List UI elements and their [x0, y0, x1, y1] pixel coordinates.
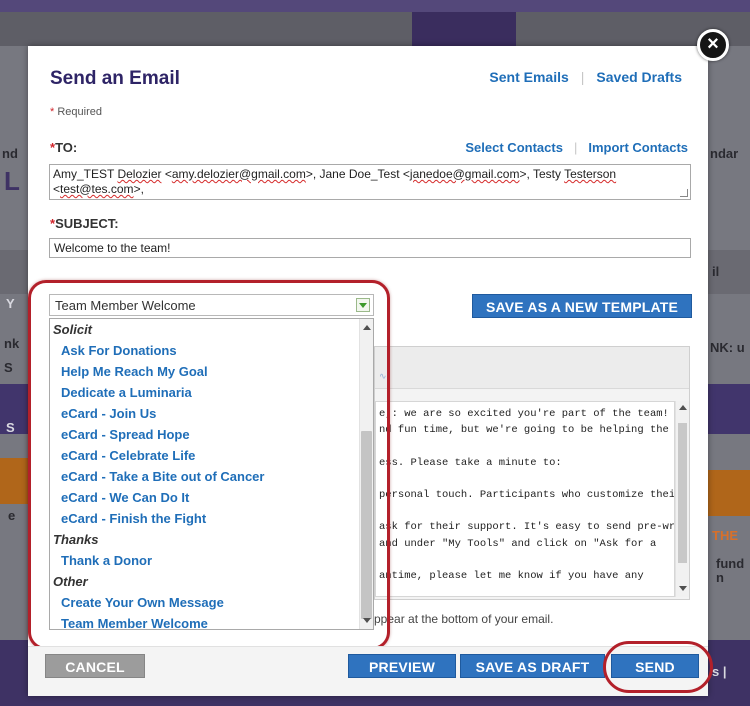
required-label: Required: [57, 106, 102, 118]
template-option[interactable]: Help Me Reach My Goal: [50, 361, 359, 382]
dialog-title: Send an Email: [50, 68, 180, 89]
scroll-down-icon[interactable]: [363, 618, 371, 623]
message-line: ask for their support. It's easy to send…: [379, 521, 675, 534]
background-nav-tab: [412, 12, 516, 46]
background-nav: [0, 12, 750, 46]
save-as-draft-button[interactable]: SAVE AS DRAFT: [460, 654, 605, 678]
misspelled-word: amy.delozier@gmail.com: [171, 167, 306, 181]
save-as-template-button[interactable]: SAVE AS A NEW TEMPLATE: [472, 294, 692, 318]
to-label-text: TO:: [55, 140, 78, 155]
to-recipients-field[interactable]: Amy_TEST Delozier <amy.delozier@gmail.co…: [49, 164, 691, 200]
message-line: and under "My Tools" and click on "Ask f…: [379, 537, 657, 550]
background-text: NK: u: [710, 340, 745, 355]
template-selected-value: Team Member Welcome: [55, 298, 196, 313]
required-star: *: [50, 106, 55, 118]
send-email-dialog: Send an Email Sent Emails | Saved Drafts *…: [28, 46, 713, 696]
sent-emails-link[interactable]: Sent Emails: [489, 69, 568, 85]
background-orange-block: [708, 470, 750, 516]
recipient-text: Amy_TEST: [53, 167, 118, 181]
option-group-label: Thanks: [53, 532, 99, 547]
preview-button[interactable]: PREVIEW: [348, 654, 456, 678]
template-option[interactable]: eCard - Join Us: [50, 403, 359, 424]
header-links: Sent Emails | Saved Drafts: [489, 69, 682, 85]
background-orange-block: [0, 458, 28, 504]
background-text: L: [4, 166, 20, 196]
background-purple-block: [708, 384, 750, 434]
template-select[interactable]: Team Member Welcome: [49, 294, 374, 316]
link-separator: |: [580, 69, 585, 85]
option-group-label: Solicit: [53, 322, 93, 337]
editor-toolbar: ∿: [375, 347, 689, 389]
cancel-button[interactable]: CANCEL: [45, 654, 145, 678]
background-text: fund: [716, 556, 745, 571]
template-option[interactable]: Thank a Donor: [50, 550, 359, 571]
subject-label: *SUBJECT:: [50, 216, 119, 231]
recipient-text: <: [53, 182, 61, 196]
message-line: nd fun time, but we're going to be helpi…: [379, 424, 669, 437]
scroll-thumb[interactable]: [361, 431, 372, 619]
background-text: THE: [712, 528, 738, 543]
message-line: ess. Please take a minute to:: [379, 456, 562, 469]
misspelled-word: Delozier: [117, 167, 162, 181]
recipient-text: >, Jane Doe_Test <: [305, 167, 410, 181]
template-option[interactable]: Dedicate a Luminaria: [50, 382, 359, 403]
template-option[interactable]: eCard - Spread Hope: [50, 424, 359, 445]
background-text: e: [8, 508, 16, 523]
scroll-up-icon[interactable]: [679, 405, 687, 410]
toolbar-icon[interactable]: ∿: [379, 371, 397, 381]
to-label: *TO:: [50, 140, 77, 155]
background-top-bar: [0, 0, 750, 12]
template-option[interactable]: eCard - Celebrate Life: [50, 445, 359, 466]
subject-label-text: SUBJECT:: [55, 216, 119, 231]
misspelled-word: Testerson: [564, 167, 617, 181]
template-option[interactable]: Create Your Own Message: [50, 592, 359, 613]
select-contacts-link[interactable]: Select Contacts: [465, 140, 563, 155]
send-button[interactable]: SEND: [611, 654, 699, 678]
subject-input[interactable]: Welcome to the team!: [49, 238, 691, 258]
dropdown-scrollbar[interactable]: [359, 319, 373, 629]
background-text: S: [4, 360, 13, 375]
background-text: S: [6, 420, 15, 435]
import-contacts-link[interactable]: Import Contacts: [588, 140, 688, 155]
recipient-text: >,: [133, 182, 144, 196]
resize-grip[interactable]: [680, 189, 688, 197]
background-text: nd: [2, 146, 18, 161]
chevron-down-icon[interactable]: [356, 298, 370, 312]
background-text: nk: [4, 336, 20, 351]
scroll-thumb[interactable]: [678, 423, 687, 563]
scroll-down-icon[interactable]: [679, 586, 687, 591]
misspelled-word: test@tes.com: [60, 182, 134, 196]
template-option[interactable]: Ask For Donations: [50, 340, 359, 361]
message-line: antime, please let me know if you have a…: [379, 570, 644, 582]
background-text: n: [716, 570, 724, 585]
recipient-text: >, Testy: [519, 167, 565, 181]
message-scrollbar[interactable]: [675, 401, 689, 597]
message-editor: ∿ e,: we are so excited you're part of t…: [374, 346, 690, 600]
saved-drafts-link[interactable]: Saved Drafts: [596, 69, 682, 85]
background-text: s |: [712, 664, 727, 679]
template-option[interactable]: eCard - Take a Bite out of Cancer: [50, 466, 359, 487]
contact-links: Select Contacts | Import Contacts: [465, 140, 688, 155]
scroll-up-icon[interactable]: [363, 325, 371, 330]
required-note: * Required: [50, 106, 102, 118]
template-options: Solicit Ask For Donations Help Me Reach My…: [50, 319, 359, 629]
link-separator: |: [573, 140, 578, 155]
signature-note: ppear at the bottom of your email.: [374, 612, 554, 626]
background-text: Y: [6, 296, 15, 311]
template-option[interactable]: eCard - Finish the Fight: [50, 508, 359, 529]
message-body[interactable]: e,: we are so excited you're part of the…: [375, 401, 675, 597]
message-line: e,: we are so excited you're part of the…: [379, 408, 675, 420]
close-icon: ×: [707, 33, 719, 55]
background-text: ndar: [710, 146, 739, 161]
template-dropdown-list: Solicit Ask For Donations Help Me Reach My…: [49, 318, 374, 630]
background-text: il: [712, 264, 720, 279]
template-option[interactable]: eCard - We Can Do It: [50, 487, 359, 508]
message-line: personal touch. Participants who customi…: [379, 489, 675, 501]
option-group-label: Other: [53, 574, 88, 589]
close-button[interactable]: ×: [697, 29, 729, 61]
misspelled-word: janedoe@gmail.com: [409, 167, 520, 181]
template-option[interactable]: Team Member Welcome: [50, 613, 359, 629]
recipient-text: <: [161, 167, 172, 181]
